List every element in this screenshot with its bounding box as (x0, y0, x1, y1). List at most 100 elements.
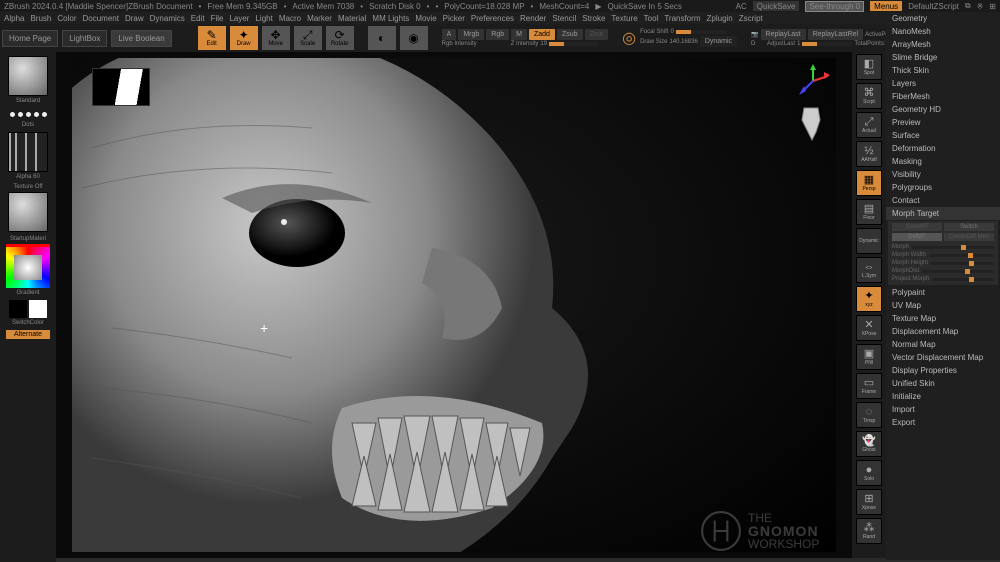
alpha-thumbnail[interactable] (92, 68, 150, 106)
ricon-frame[interactable]: ▭Frame (856, 373, 882, 399)
canvas[interactable]: + (72, 58, 836, 552)
tab-home[interactable]: Home Page (2, 30, 58, 47)
edit-tool[interactable]: ✎Edit (198, 26, 226, 50)
switch-mt-button[interactable]: Switch (944, 223, 994, 231)
menu-item[interactable]: Material (338, 14, 366, 23)
mode-mrgb[interactable]: Mrgb (458, 29, 484, 40)
rp-morph-target[interactable]: Morph Target (886, 207, 1000, 220)
ricon-trnsp[interactable]: ◌Trnsp (856, 402, 882, 428)
rp-item[interactable]: Slime Bridge (886, 51, 1000, 64)
texture-slot[interactable]: Texture Off (6, 184, 50, 232)
menu-item[interactable]: Render (520, 14, 546, 23)
rp-item[interactable]: Export (886, 416, 1000, 429)
rp-item[interactable]: Layers (886, 77, 1000, 90)
menu-item[interactable]: Zscript (739, 14, 763, 23)
project-morph-slider[interactable]: Project Morph (892, 275, 994, 283)
morph-height-slider[interactable]: Morph Height (892, 259, 994, 267)
camera-icon[interactable]: 📷 (751, 31, 758, 38)
mode-zadd[interactable]: Zadd (529, 29, 555, 40)
ricon-xpose[interactable]: ✕XPose (856, 315, 882, 341)
ricon-script[interactable]: ⌘Scrpt (856, 83, 882, 109)
menu-item[interactable]: Transform (664, 14, 700, 23)
morph-dist-slider[interactable]: MorphDist (892, 267, 994, 275)
menu-item[interactable]: Picker (443, 14, 465, 23)
seethrough-button[interactable]: See-through 0 (805, 1, 864, 12)
menu-item[interactable]: Macro (279, 14, 301, 23)
del-mt-button[interactable]: DelMT (892, 233, 942, 241)
ricon-dynamic[interactable]: Dynamic (856, 228, 882, 254)
rp-item[interactable]: Thick Skin (886, 64, 1000, 77)
menu-item[interactable]: Stroke (582, 14, 605, 23)
mode-zsub[interactable]: Zsub (557, 29, 583, 40)
rp-item[interactable]: UV Map (886, 299, 1000, 312)
rp-item[interactable]: Displacement Map (886, 325, 1000, 338)
menu-item[interactable]: File (211, 14, 224, 23)
default-zscript[interactable]: DefaultZScript (908, 2, 959, 11)
rp-item[interactable]: FiberMesh (886, 90, 1000, 103)
menu-item[interactable]: Draw (125, 14, 144, 23)
adjust-slider[interactable] (802, 42, 852, 46)
ricon-floor[interactable]: ▤Floor (856, 199, 882, 225)
creatediff-button[interactable]: CreateDiff Mes (944, 233, 994, 241)
replay-last-button[interactable]: ReplayLast (761, 29, 806, 40)
menu-item[interactable]: Light (255, 14, 272, 23)
menu-item[interactable]: Tool (644, 14, 659, 23)
rp-item[interactable]: Import (886, 403, 1000, 416)
menu-item[interactable]: Alpha (4, 14, 24, 23)
ricon-solo[interactable]: ●Solo (856, 460, 882, 486)
store-mt-button[interactable]: StoreMT (892, 223, 942, 231)
viewport[interactable]: + (56, 52, 852, 558)
scale-tool[interactable]: ⤢Scale (294, 26, 322, 50)
draw-tool[interactable]: ✦Draw (230, 26, 258, 50)
menu-item[interactable]: Brush (30, 14, 51, 23)
alternate-button[interactable]: Alternate (6, 330, 50, 339)
ricon-xpose2[interactable]: ⊞Xpose (856, 489, 882, 515)
material-slot[interactable]: StartupMateriGradient (6, 236, 50, 296)
rp-item[interactable]: ArrayMesh (886, 38, 1000, 51)
ricon-pfill[interactable]: ▣Pfill (856, 344, 882, 370)
mode-m[interactable]: M (511, 29, 527, 40)
ricon-persp[interactable]: ▦Persp (856, 170, 882, 196)
rp-item[interactable]: Contact (886, 194, 1000, 207)
brush-slot[interactable]: Standard (6, 56, 50, 104)
z-intensity-slider[interactable] (549, 42, 599, 46)
ricon-lsym[interactable]: ⇔L.Sym (856, 257, 882, 283)
ricon-aahalf[interactable]: ½AAHalf (856, 141, 882, 167)
rp-item[interactable]: Normal Map (886, 338, 1000, 351)
menu-item[interactable]: Stencil (552, 14, 576, 23)
move-tool[interactable]: ✥Move (262, 26, 290, 50)
ricon-actual[interactable]: ⤢Actual (856, 112, 882, 138)
nav-head-icon[interactable] (796, 102, 826, 142)
morph-width-slider[interactable]: Morph Width (892, 251, 994, 259)
sculptris-tool[interactable]: ◉ (400, 26, 428, 50)
window-icon[interactable]: ⧉ (965, 1, 971, 11)
rp-item[interactable]: Preview (886, 116, 1000, 129)
swatch-slot[interactable]: SwitchColor (6, 300, 50, 326)
quicksave-button[interactable]: QuickSave (753, 1, 800, 11)
rp-item[interactable]: Geometry HD (886, 103, 1000, 116)
menu-item[interactable]: Dynamics (150, 14, 185, 23)
ricon-ghost[interactable]: 👻Ghost (856, 431, 882, 457)
menu-item[interactable]: Document (83, 14, 119, 23)
window-icon[interactable]: ⊞ (989, 2, 996, 11)
menu-item[interactable]: MM Lights (372, 14, 409, 23)
rp-item[interactable]: Polygroups (886, 181, 1000, 194)
morph-slider[interactable]: Morph (892, 243, 994, 251)
ricon-xyz[interactable]: ✦xyz (856, 286, 882, 312)
tab-lightbox[interactable]: LightBox (62, 30, 107, 47)
rp-item[interactable]: Deformation (886, 142, 1000, 155)
rotate-tool[interactable]: ⟳Rotate (326, 26, 354, 50)
menu-item[interactable]: Zplugin (707, 14, 733, 23)
mode-zcut[interactable]: Zcut (585, 29, 609, 40)
ricon-spot[interactable]: ◧Spot (856, 54, 882, 80)
dynamic-toggle[interactable]: Dynamic (700, 36, 737, 47)
mode-a[interactable]: A (442, 29, 457, 40)
focal-slider[interactable] (676, 30, 726, 34)
menu-item[interactable]: Color (57, 14, 76, 23)
rp-item[interactable]: Initialize (886, 390, 1000, 403)
rp-item[interactable]: Geometry (886, 12, 1000, 25)
stroke-slot[interactable]: Dots (6, 108, 50, 128)
rp-item[interactable]: NanoMesh (886, 25, 1000, 38)
rp-item[interactable]: Masking (886, 155, 1000, 168)
menu-item[interactable]: Marker (307, 14, 332, 23)
